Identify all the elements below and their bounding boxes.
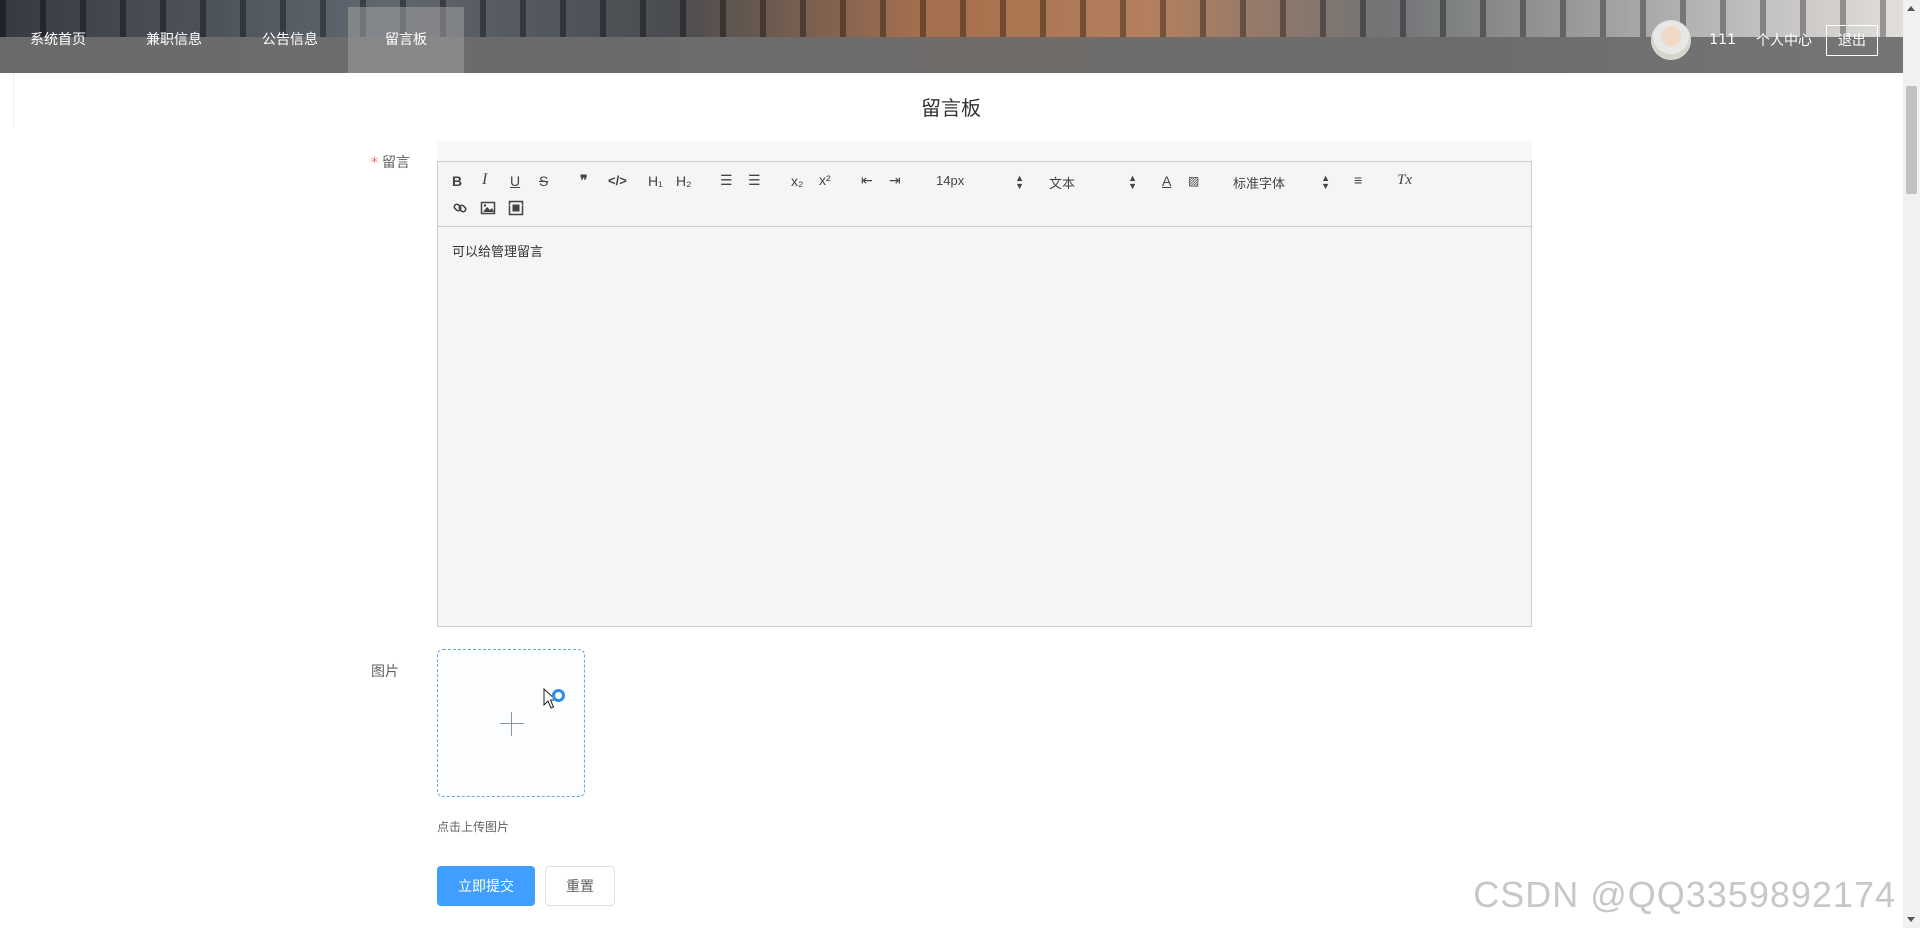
plus-icon-vertical (511, 712, 512, 736)
top-banner: 系统首页 兼职信息 公告信息 留言板 111 个人中心 退出 (0, 0, 1920, 73)
nav-item-home[interactable]: 系统首页 (0, 7, 116, 73)
editor-text: 可以给管理留言 (452, 245, 544, 260)
bullet-list-icon[interactable]: ☰ (748, 171, 761, 189)
scroll-down-icon[interactable] (1907, 917, 1915, 922)
nav-item-parttime[interactable]: 兼职信息 (116, 7, 232, 73)
background-color-icon[interactable]: ▨ (1188, 172, 1199, 190)
scrollbar-thumb[interactable] (1906, 86, 1917, 194)
submit-button[interactable]: 立即提交 (437, 866, 535, 906)
header-1-button[interactable]: H₁ (648, 172, 663, 190)
nav-item-notice[interactable]: 公告信息 (232, 7, 348, 73)
link-icon[interactable] (452, 200, 468, 216)
font-size-value: 14px (936, 173, 965, 188)
scroll-up-icon[interactable] (1907, 6, 1915, 11)
bold-button[interactable]: B (452, 172, 462, 190)
page-title: 留言板 (921, 96, 981, 120)
picker-arrows-icon: ▲ ▼ (1321, 173, 1330, 191)
nav-item-message-board[interactable]: 留言板 (348, 7, 464, 73)
header-picker[interactable]: 文本 ▲ ▼ (1049, 173, 1137, 192)
header-2-button[interactable]: H₂ (676, 172, 692, 190)
watermark: CSDN @QQ3359892174 (1473, 874, 1896, 915)
indent-icon[interactable]: ⇥ (889, 171, 901, 189)
subscript-button[interactable]: x₂ (791, 172, 803, 190)
font-size-picker[interactable]: 14px ▲ ▼ (936, 173, 1024, 191)
italic-button[interactable]: I (482, 171, 487, 189)
reset-button[interactable]: 重置 (545, 866, 615, 906)
strike-button[interactable]: S (539, 172, 548, 190)
ordered-list-icon[interactable]: ☰ (720, 171, 733, 189)
editor-toolbar: B I U S ❞ </> H₁ H₂ ☰ ☰ x₂ x² ⇤ ⇥ 14px ▲… (438, 162, 1531, 227)
page-scrollbar[interactable] (1903, 0, 1920, 928)
upload-tip: 点击上传图片 (437, 820, 510, 834)
picker-arrows-icon: ▲ ▼ (1015, 173, 1024, 191)
font-family-picker[interactable]: 标准字体 ▲ ▼ (1233, 173, 1330, 192)
align-icon[interactable]: ≡ (1354, 171, 1362, 189)
plus-icon (500, 723, 524, 724)
image-label: 图片 (371, 664, 399, 680)
main-nav: 系统首页 兼职信息 公告信息 留言板 (0, 7, 464, 73)
picker-arrows-icon: ▲ ▼ (1128, 173, 1137, 191)
outdent-icon[interactable]: ⇤ (861, 171, 873, 189)
font-color-icon[interactable]: A (1162, 172, 1171, 190)
code-block-icon[interactable]: </> (608, 172, 627, 190)
blockquote-icon[interactable]: ❞ (580, 171, 588, 189)
editor-top-strip (437, 141, 1532, 161)
image-upload[interactable] (437, 649, 585, 797)
required-mark: * (371, 155, 378, 171)
username: 111 (1709, 32, 1736, 48)
editor-content[interactable]: 可以给管理留言 (438, 227, 1531, 274)
image-icon[interactable] (480, 200, 496, 216)
underline-button[interactable]: U (510, 172, 520, 190)
message-label: * 留言 (371, 152, 410, 172)
user-center-link[interactable]: 个人中心 (1756, 30, 1812, 50)
rich-text-editor: B I U S ❞ </> H₁ H₂ ☰ ☰ x₂ x² ⇤ ⇥ 14px ▲… (437, 161, 1532, 627)
message-label-text: 留言 (382, 155, 410, 171)
superscript-button[interactable]: x² (819, 171, 831, 189)
mouse-cursor-icon (543, 688, 565, 709)
user-area: 111 个人中心 退出 (1651, 20, 1878, 60)
video-icon[interactable] (508, 200, 524, 216)
clean-format-icon[interactable]: Tx (1397, 171, 1412, 189)
avatar[interactable] (1651, 20, 1692, 60)
font-family-value: 标准字体 (1233, 176, 1286, 191)
header-value: 文本 (1049, 176, 1076, 191)
logout-button[interactable]: 退出 (1826, 24, 1878, 56)
